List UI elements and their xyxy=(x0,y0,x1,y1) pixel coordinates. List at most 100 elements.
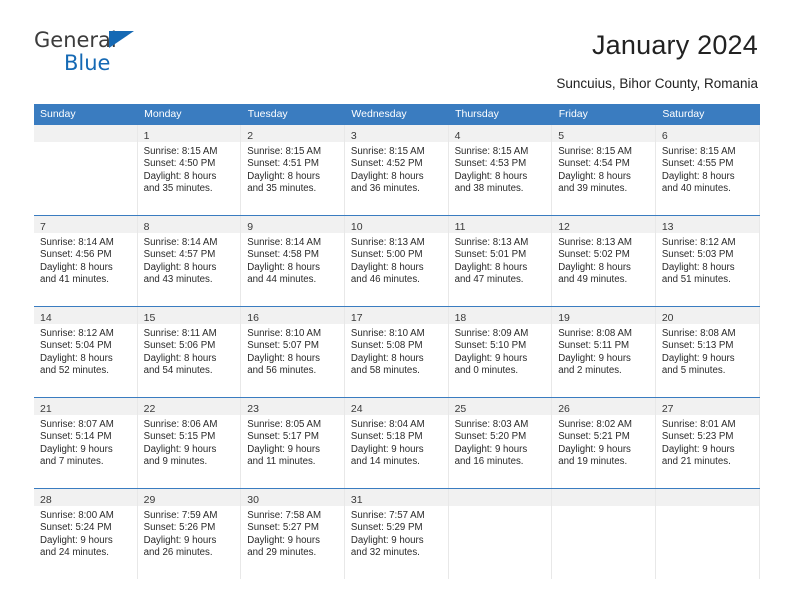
calendar-day-cell[interactable]: 4 Sunrise: 8:15 AM Sunset: 4:53 PM Daylight… xyxy=(448,125,553,215)
day-number-band: 3 xyxy=(344,125,448,142)
day-number-band: 21 xyxy=(34,398,137,415)
day-number: 3 xyxy=(350,130,357,142)
calendar-day-cell[interactable]: 29 Sunrise: 7:59 AM Sunset: 5:26 PM Dayligh… xyxy=(137,489,242,579)
daylight-text-line1: Daylight: 8 hours xyxy=(40,352,113,364)
day-sun-info: Sunrise: 8:12 AM Sunset: 5:04 PM Daylight:… xyxy=(34,324,137,378)
daylight-text-line1: Daylight: 8 hours xyxy=(350,352,424,364)
calendar-day-cell[interactable]: 6 Sunrise: 8:15 AM Sunset: 4:55 PM Daylight… xyxy=(655,125,760,215)
sunrise-text: Sunrise: 8:10 AM xyxy=(247,328,322,339)
day-number-band: 15 xyxy=(137,307,241,324)
day-number-band: 30 xyxy=(241,489,344,506)
calendar-day-cell[interactable]: 9 Sunrise: 8:14 AM Sunset: 4:58 PM Daylight… xyxy=(241,216,345,306)
calendar-day-cell[interactable]: 1 Sunrise: 8:15 AM Sunset: 4:50 PM Daylight… xyxy=(137,125,242,215)
weekday-header-thursday: Thursday xyxy=(448,104,553,125)
calendar-day-cell[interactable]: 23 Sunrise: 8:05 AM Sunset: 5:17 PM Dayligh… xyxy=(241,398,345,488)
calendar-week-row: 21 Sunrise: 8:07 AM Sunset: 5:14 PM Dayligh… xyxy=(34,397,760,489)
day-sun-info: Sunrise: 8:15 AM Sunset: 4:54 PM Daylight:… xyxy=(552,142,655,196)
day-sun-info: Sunrise: 8:05 AM Sunset: 5:17 PM Daylight:… xyxy=(241,415,344,469)
day-sun-info: Sunrise: 8:02 AM Sunset: 5:21 PM Daylight:… xyxy=(552,415,655,469)
day-number-band: 4 xyxy=(448,125,552,142)
calendar-day-cell[interactable]: 27 Sunrise: 8:01 AM Sunset: 5:23 PM Dayligh… xyxy=(655,398,760,488)
day-number: 11 xyxy=(454,221,466,233)
day-number: 18 xyxy=(454,312,467,324)
calendar-day-cell[interactable]: 8 Sunrise: 8:14 AM Sunset: 4:57 PM Daylight… xyxy=(137,216,242,306)
sunset-text: Sunset: 4:56 PM xyxy=(40,249,112,261)
calendar-week-row: 7 Sunrise: 8:14 AM Sunset: 4:56 PM Daylight… xyxy=(34,215,760,307)
day-number-band: 8 xyxy=(137,216,241,233)
calendar-day-cell[interactable]: 24 Sunrise: 8:04 AM Sunset: 5:18 PM Dayligh… xyxy=(344,398,449,488)
sunrise-text: Sunrise: 7:58 AM xyxy=(247,510,322,521)
calendar-day-cell[interactable]: 5 Sunrise: 8:15 AM Sunset: 4:54 PM Daylight… xyxy=(552,125,656,215)
weekday-header-monday: Monday xyxy=(137,104,242,125)
day-number-band: 5 xyxy=(552,125,655,142)
daylight-text-line2: and 21 minutes. xyxy=(661,456,731,468)
daylight-text-line2: and 5 minutes. xyxy=(661,365,726,377)
daylight-text-line2: and 39 minutes. xyxy=(558,183,628,195)
page-title: January 2024 xyxy=(591,30,758,60)
day-number: 13 xyxy=(661,221,674,233)
calendar-day-cell[interactable]: 17 Sunrise: 8:10 AM Sunset: 5:08 PM Dayligh… xyxy=(344,307,449,397)
day-sun-info: Sunrise: 8:04 AM Sunset: 5:18 PM Daylight:… xyxy=(345,415,448,469)
day-number-band: 10 xyxy=(344,216,448,233)
daylight-text-line1: Daylight: 9 hours xyxy=(558,352,631,364)
daylight-text-line1: Daylight: 8 hours xyxy=(661,170,735,182)
calendar-day-cell[interactable]: 30 Sunrise: 7:58 AM Sunset: 5:27 PM Dayligh… xyxy=(241,489,345,579)
daylight-text-line2: and 16 minutes. xyxy=(454,456,524,468)
sunrise-text: Sunrise: 7:59 AM xyxy=(143,510,218,521)
calendar-day-cell[interactable]: 28 Sunrise: 8:00 AM Sunset: 5:24 PM Dayligh… xyxy=(34,489,138,579)
day-number: 5 xyxy=(558,130,565,142)
day-number: 22 xyxy=(143,403,156,415)
daylight-text-line1: Daylight: 9 hours xyxy=(143,443,217,455)
daylight-text-line1: Daylight: 8 hours xyxy=(247,352,320,364)
calendar-day-cell[interactable]: 11 Sunrise: 8:13 AM Sunset: 5:01 PM Dayligh… xyxy=(448,216,553,306)
daylight-text-line1: Daylight: 9 hours xyxy=(350,534,424,546)
calendar-day-cell[interactable]: 21 Sunrise: 8:07 AM Sunset: 5:14 PM Dayligh… xyxy=(34,398,138,488)
day-number-band xyxy=(34,125,137,142)
sunrise-text: Sunrise: 8:13 AM xyxy=(558,237,632,248)
sunrise-text: Sunrise: 8:02 AM xyxy=(558,419,632,430)
calendar-day-cell[interactable]: 19 Sunrise: 8:08 AM Sunset: 5:11 PM Dayligh… xyxy=(552,307,656,397)
day-number: 6 xyxy=(661,130,668,142)
calendar-day-cell[interactable]: 2 Sunrise: 8:15 AM Sunset: 4:51 PM Daylight… xyxy=(241,125,345,215)
sunrise-text: Sunrise: 8:11 AM xyxy=(143,328,217,339)
sunset-text: Sunset: 5:13 PM xyxy=(661,340,734,352)
daylight-text-line2: and 19 minutes. xyxy=(558,456,628,468)
calendar-day-cell[interactable]: 3 Sunrise: 8:15 AM Sunset: 4:52 PM Daylight… xyxy=(344,125,449,215)
sunset-text: Sunset: 5:24 PM xyxy=(40,522,112,534)
day-sun-info: Sunrise: 8:10 AM Sunset: 5:07 PM Daylight:… xyxy=(241,324,344,378)
day-sun-info: Sunrise: 8:13 AM Sunset: 5:01 PM Daylight:… xyxy=(449,233,552,287)
day-number-band: 31 xyxy=(344,489,448,506)
day-sun-info: Sunrise: 8:09 AM Sunset: 5:10 PM Daylight:… xyxy=(449,324,552,378)
day-number-band: 27 xyxy=(655,398,759,415)
calendar-day-cell[interactable]: 25 Sunrise: 8:03 AM Sunset: 5:20 PM Dayligh… xyxy=(448,398,553,488)
calendar-day-cell[interactable]: 7 Sunrise: 8:14 AM Sunset: 4:56 PM Daylight… xyxy=(34,216,138,306)
calendar-day-cell[interactable]: 12 Sunrise: 8:13 AM Sunset: 5:02 PM Dayligh… xyxy=(552,216,656,306)
daylight-text-line1: Daylight: 8 hours xyxy=(143,261,217,273)
calendar-day-cell[interactable]: 26 Sunrise: 8:02 AM Sunset: 5:21 PM Dayligh… xyxy=(552,398,656,488)
day-number: 19 xyxy=(558,312,570,324)
calendar-day-cell[interactable]: 18 Sunrise: 8:09 AM Sunset: 5:10 PM Dayligh… xyxy=(448,307,553,397)
calendar-day-cell[interactable]: 14 Sunrise: 8:12 AM Sunset: 5:04 PM Dayligh… xyxy=(34,307,138,397)
day-sun-info: Sunrise: 8:12 AM Sunset: 5:03 PM Daylight:… xyxy=(656,233,759,287)
sunset-text: Sunset: 4:51 PM xyxy=(247,158,319,170)
calendar-day-cell[interactable]: 10 Sunrise: 8:13 AM Sunset: 5:00 PM Dayligh… xyxy=(344,216,449,306)
daylight-text-line1: Daylight: 9 hours xyxy=(661,352,735,364)
daylight-text-line2: and 0 minutes. xyxy=(454,365,519,377)
calendar-day-cell-empty xyxy=(552,489,656,579)
calendar-day-cell[interactable]: 22 Sunrise: 8:06 AM Sunset: 5:15 PM Dayligh… xyxy=(137,398,242,488)
daylight-text-line2: and 52 minutes. xyxy=(40,365,109,377)
logo-triangle-icon xyxy=(109,31,134,48)
day-number-band: 7 xyxy=(34,216,137,233)
calendar-day-cell[interactable]: 31 Sunrise: 7:57 AM Sunset: 5:29 PM Dayligh… xyxy=(344,489,449,579)
weekday-header-wednesday: Wednesday xyxy=(344,104,450,125)
calendar-day-cell[interactable]: 16 Sunrise: 8:10 AM Sunset: 5:07 PM Dayligh… xyxy=(241,307,345,397)
daylight-text-line2: and 7 minutes. xyxy=(40,456,104,468)
calendar-day-cell[interactable]: 15 Sunrise: 8:11 AM Sunset: 5:06 PM Dayligh… xyxy=(137,307,242,397)
calendar-day-cell[interactable]: 20 Sunrise: 8:08 AM Sunset: 5:13 PM Dayligh… xyxy=(655,307,760,397)
daylight-text-line1: Daylight: 9 hours xyxy=(40,443,113,455)
sunset-text: Sunset: 5:01 PM xyxy=(454,249,527,261)
daylight-text-line2: and 9 minutes. xyxy=(143,456,208,468)
calendar-day-cell[interactable]: 13 Sunrise: 8:12 AM Sunset: 5:03 PM Dayligh… xyxy=(655,216,760,306)
daylight-text-line2: and 35 minutes. xyxy=(247,183,317,195)
daylight-text-line2: and 36 minutes. xyxy=(350,183,420,195)
